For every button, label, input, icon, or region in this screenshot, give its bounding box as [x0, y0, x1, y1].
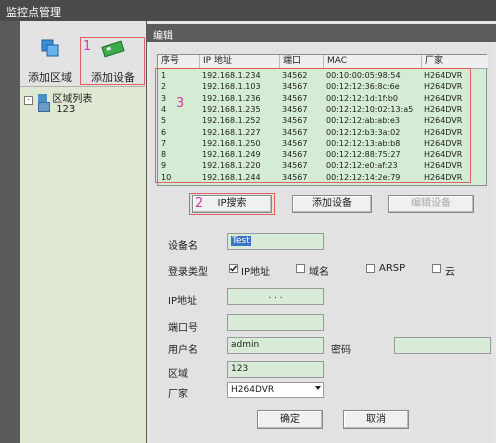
add-area-button[interactable]: 添加区域	[22, 37, 78, 84]
domain-checkbox[interactable]	[296, 264, 305, 273]
col-header-ip[interactable]: IP 地址	[200, 55, 280, 69]
col-header-port[interactable]: 端口	[280, 55, 324, 69]
collapse-icon[interactable]: -	[24, 96, 33, 105]
edit-device-button[interactable]: 编辑设备	[388, 195, 474, 213]
vendor-value: H264DVR	[231, 385, 275, 395]
add-device-action-button[interactable]: 添加设备	[292, 195, 372, 213]
ok-label: 确定	[280, 414, 300, 425]
tree-item-label: 123	[56, 104, 76, 115]
device-name-label: 设备名	[168, 241, 198, 252]
ip-address-label: IP地址	[168, 296, 197, 307]
area-tree: - 区域列表 123	[22, 88, 146, 443]
login-type-label: 登录类型	[168, 267, 208, 278]
ip-option-label: IP地址	[241, 267, 270, 278]
vendor-label: 厂家	[168, 389, 188, 400]
col-header-mac[interactable]: MAC	[324, 55, 422, 69]
area-list-icon	[38, 94, 48, 102]
password-label: 密码	[331, 345, 351, 356]
window-title: 监控点管理	[6, 6, 61, 19]
annotation-mark-3: 3	[176, 96, 185, 111]
col-header-vendor[interactable]: 厂家	[422, 55, 488, 69]
annotation-mark-2: 2	[195, 196, 204, 211]
col-header-index[interactable]: 序号	[158, 55, 200, 69]
username-field[interactable]: admin	[227, 337, 324, 354]
add-area-icon	[41, 39, 59, 57]
username-label: 用户名	[168, 345, 198, 356]
domain-option-label: 域名	[309, 267, 329, 278]
area-icon	[38, 102, 50, 112]
check-icon	[230, 265, 238, 272]
arsp-checkbox[interactable]	[366, 264, 375, 273]
port-label: 端口号	[168, 323, 198, 334]
cloud-checkbox[interactable]	[432, 264, 441, 273]
port-field[interactable]	[227, 314, 324, 331]
window-titlebar: 监控点管理	[0, 0, 496, 21]
add-device-action-label: 添加设备	[312, 198, 352, 209]
device-name-field[interactable]: Test	[227, 233, 324, 250]
edit-device-label: 编辑设备	[411, 198, 451, 209]
ip-checkbox[interactable]	[229, 264, 238, 273]
device-name-value: Test	[231, 236, 251, 246]
annotation-mark-1: 1	[83, 39, 92, 54]
ip-address-field[interactable]: . . .	[227, 288, 324, 305]
ok-button[interactable]: 确定	[257, 410, 323, 429]
arsp-option-label: ARSP	[379, 263, 406, 274]
area-value: 123	[231, 364, 249, 374]
username-value: admin	[231, 340, 260, 350]
area-label: 区域	[168, 369, 188, 380]
area-field[interactable]: 123	[227, 361, 324, 378]
edit-titlebar: 编辑	[147, 24, 496, 42]
edit-title: 编辑	[153, 31, 173, 42]
chevron-down-icon[interactable]	[315, 386, 321, 390]
cloud-option-label: 云	[445, 267, 455, 278]
add-area-label: 添加区域	[28, 71, 72, 84]
cancel-label: 取消	[366, 414, 386, 425]
ip-address-value: . . .	[268, 291, 283, 301]
annotation-box-3	[155, 68, 471, 183]
cancel-button[interactable]: 取消	[343, 410, 409, 429]
tree-item-123[interactable]: 123	[38, 102, 75, 115]
vendor-select[interactable]: H264DVR	[227, 382, 324, 398]
password-field[interactable]	[394, 337, 491, 354]
